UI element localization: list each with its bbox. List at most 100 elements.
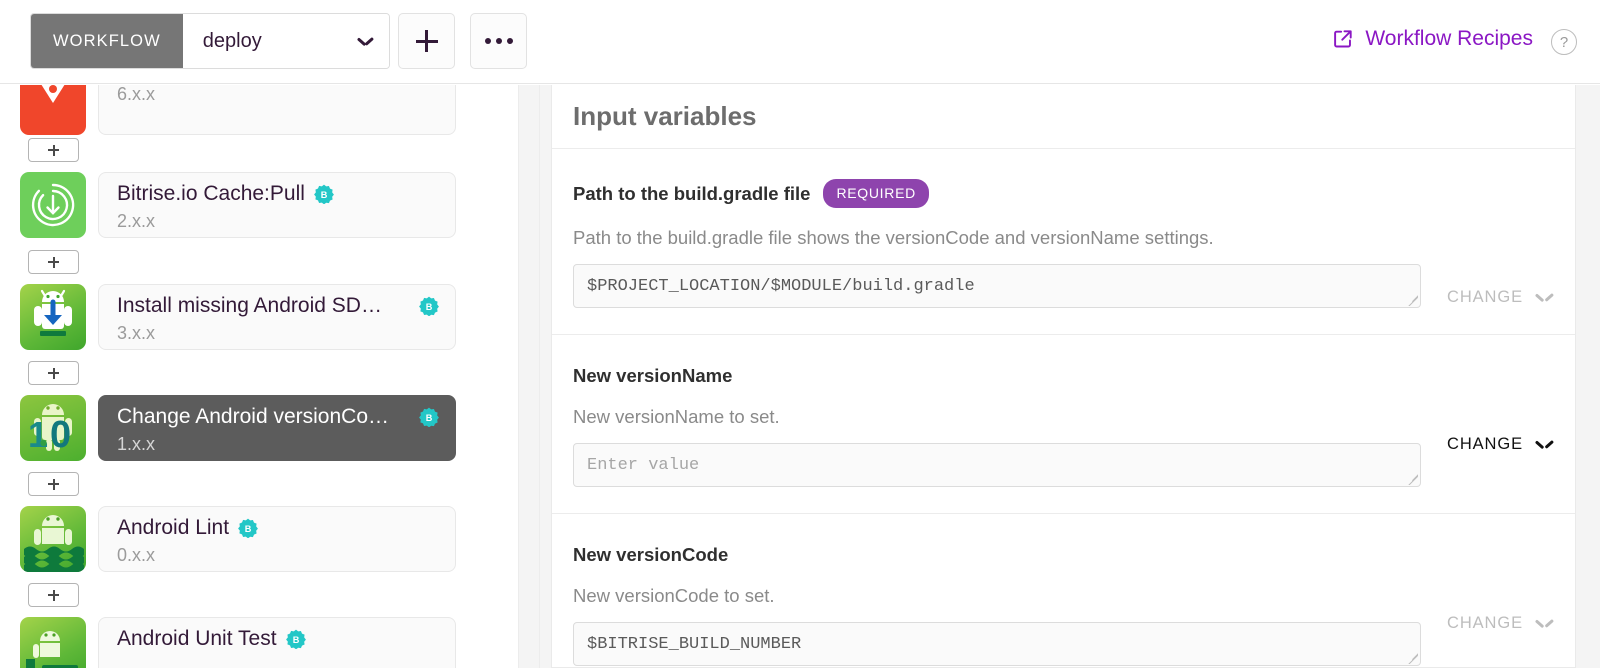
input-variable-placeholder: Enter value xyxy=(587,455,700,475)
input-variables-heading: Input variables xyxy=(552,85,1575,149)
resize-handle-icon[interactable] xyxy=(1406,294,1418,306)
android-unit-test-glyph xyxy=(26,631,78,668)
question-mark-circle-icon[interactable]: ? xyxy=(1551,29,1577,55)
add-step-button[interactable] xyxy=(28,472,79,496)
workflow-step-list: 6.x.x Bitrise.io Cache:Pull B 2.x.x Inst… xyxy=(0,85,518,668)
step-card[interactable]: 6.x.x xyxy=(98,85,456,135)
input-variable-name: Path to the build.gradle file xyxy=(573,182,811,204)
change-toggle-button[interactable]: CHANGE xyxy=(1447,435,1552,454)
plus-icon xyxy=(48,478,59,490)
step-title-text: Bitrise.io Cache:Pull xyxy=(117,182,305,205)
input-variable-description: Path to the build.gradle file shows the … xyxy=(573,227,1214,248)
step-card[interactable]: Install missing Android SD… B 3.x.x xyxy=(98,284,456,350)
step-card[interactable]: Android Lint B 0.x.x xyxy=(98,506,456,572)
input-variable-value: $BITRISE_BUILD_NUMBER xyxy=(587,634,802,654)
workflow-recipes-link[interactable]: Workflow Recipes xyxy=(1332,27,1533,51)
android-unit-test-step-icon[interactable] xyxy=(20,617,86,668)
input-variable-value: $PROJECT_LOCATION/$MODULE/build.gradle xyxy=(587,276,975,296)
step-card-selected[interactable]: Change Android versionCo… B 1.x.x xyxy=(98,395,456,461)
plus-icon xyxy=(48,256,59,268)
workflow-recipes-label: Workflow Recipes xyxy=(1365,27,1533,50)
step-title-text: Android Unit Test xyxy=(117,627,277,650)
svg-text:B: B xyxy=(321,190,328,200)
required-badge: REQUIRED xyxy=(823,179,929,208)
chevron-down-icon xyxy=(1536,293,1552,303)
bitrise-verified-badge-icon: B xyxy=(285,629,306,649)
step-title-text: Install missing Android SD… xyxy=(117,294,382,317)
external-link-icon xyxy=(1334,30,1352,48)
svg-text:B: B xyxy=(245,524,252,534)
change-toggle-button[interactable]: CHANGE xyxy=(1447,614,1552,633)
workflow-selector[interactable]: WORKFLOW deploy xyxy=(30,13,390,69)
input-variable-textarea[interactable]: $BITRISE_BUILD_NUMBER xyxy=(573,622,1421,666)
cache-pull-glyph xyxy=(31,183,75,227)
change-toggle-button[interactable]: CHANGE xyxy=(1447,288,1552,307)
step-title: Change Android versionCo… B xyxy=(117,405,439,429)
step-row[interactable]: 1 0 Change Android versionCo… B 1.x.x xyxy=(20,395,456,461)
plus-icon xyxy=(415,30,438,52)
help-glyph: ? xyxy=(1559,33,1569,51)
workflow-dropdown[interactable]: deploy xyxy=(182,14,389,68)
bitrise-verified-badge-icon: B xyxy=(314,184,334,204)
input-variable-textarea[interactable]: $PROJECT_LOCATION/$MODULE/build.gradle xyxy=(573,264,1421,308)
input-variable-block: New versionName New versionName to set. … xyxy=(552,335,1575,514)
add-step-button[interactable] xyxy=(28,250,79,274)
cache-pull-step-icon[interactable] xyxy=(20,172,86,238)
step-row[interactable]: Bitrise.io Cache:Pull B 2.x.x xyxy=(20,172,456,238)
add-step-button[interactable] xyxy=(28,361,79,385)
right-edge-strip xyxy=(1576,85,1600,668)
resize-handle-icon[interactable] xyxy=(1406,652,1418,664)
step-title: Android Lint B xyxy=(117,516,437,540)
panel-divider-gutter xyxy=(518,85,540,668)
step-title-text: Change Android versionCo… xyxy=(117,405,389,428)
input-variable-textarea[interactable]: Enter value xyxy=(573,443,1421,487)
change-label: CHANGE xyxy=(1447,435,1523,453)
step-version: 1.x.x xyxy=(117,434,156,454)
step-row[interactable]: Install missing Android SD… B 3.x.x xyxy=(20,284,456,350)
ellipsis-icon xyxy=(484,38,513,44)
change-label: CHANGE xyxy=(1447,288,1523,306)
input-variable-header: Path to the build.gradle file REQUIRED xyxy=(573,179,1554,208)
svg-text:B: B xyxy=(426,302,433,312)
android-lint-step-icon[interactable] xyxy=(20,506,86,572)
add-workflow-button[interactable] xyxy=(398,13,455,69)
step-title-text: Android Lint xyxy=(117,516,230,539)
svg-text:0: 0 xyxy=(50,414,71,456)
step-row[interactable]: Android Lint B 0.x.x xyxy=(20,506,456,572)
add-step-button[interactable] xyxy=(28,138,79,162)
svg-text:B: B xyxy=(292,635,299,645)
android-download-glyph xyxy=(34,289,72,336)
resize-handle-icon[interactable] xyxy=(1406,473,1418,485)
step-title: Android Unit Test B xyxy=(117,627,437,651)
chevron-down-icon xyxy=(1536,619,1552,629)
input-variable-header: New versionName xyxy=(573,365,1554,387)
svg-text:1: 1 xyxy=(28,414,48,455)
input-variable-header: New versionCode xyxy=(573,544,1554,566)
chevron-down-icon xyxy=(358,37,373,46)
step-title: Install missing Android SD… B xyxy=(117,294,439,318)
workflow-selected-value: deploy xyxy=(202,29,262,52)
step-card[interactable]: Android Unit Test B xyxy=(98,617,456,668)
step-version: 0.x.x xyxy=(117,545,156,565)
workflow-label: WORKFLOW xyxy=(31,14,183,68)
clone-arrow-shape xyxy=(41,85,65,103)
step-card[interactable]: Bitrise.io Cache:Pull B 2.x.x xyxy=(98,172,456,238)
git-clone-step-icon[interactable] xyxy=(20,85,86,135)
plus-icon xyxy=(48,144,59,156)
step-row[interactable]: Android Unit Test B xyxy=(20,617,456,668)
plus-icon xyxy=(48,589,59,601)
step-version: 6.x.x xyxy=(117,85,156,104)
svg-text:B: B xyxy=(426,413,433,423)
chevron-down-icon xyxy=(1536,440,1552,450)
install-android-sdk-step-icon[interactable] xyxy=(20,284,86,350)
step-row[interactable]: 6.x.x xyxy=(20,85,456,135)
add-step-button[interactable] xyxy=(28,583,79,607)
workflow-more-options-button[interactable] xyxy=(470,13,527,69)
top-toolbar: WORKFLOW deploy Workflow Recipes ? xyxy=(0,0,1600,84)
step-version: 2.x.x xyxy=(117,211,156,231)
input-variable-name: New versionName xyxy=(573,365,733,386)
input-variable-name: New versionCode xyxy=(573,544,729,565)
change-android-version-step-icon[interactable]: 1 0 xyxy=(20,395,86,461)
android-one-point-zero-glyph: 1 0 xyxy=(28,404,72,456)
step-title: Bitrise.io Cache:Pull B xyxy=(117,182,437,206)
